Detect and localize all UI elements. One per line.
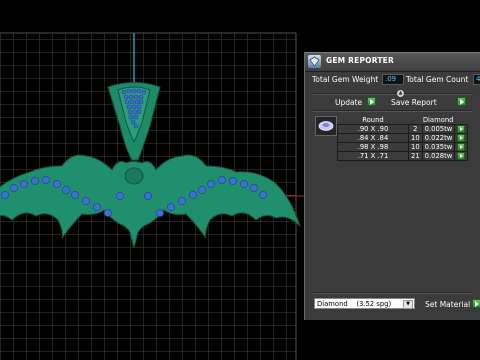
update-label: Update bbox=[335, 98, 363, 107]
row-select-button[interactable] bbox=[457, 143, 466, 151]
total-gem-count-label: Total Gem Count bbox=[406, 75, 469, 84]
panel-title: GEM REPORTER bbox=[326, 56, 394, 65]
gem-reporter-icon bbox=[308, 55, 321, 68]
column-header-round: Round bbox=[362, 115, 384, 124]
gem-count: 10 bbox=[408, 133, 423, 143]
gem-size: .84 X .84 bbox=[337, 133, 409, 143]
panel-titlebar[interactable]: GEM REPORTER bbox=[305, 53, 480, 72]
viewport-canvas[interactable] bbox=[0, 0, 304, 360]
table-row: .98 X .98 10 0.035tw bbox=[337, 142, 469, 152]
gem-size: .90 X .90 bbox=[337, 124, 409, 134]
gem-weight: 0.035tw bbox=[421, 142, 456, 152]
total-gem-weight-field[interactable]: .09 bbox=[382, 74, 404, 85]
row-select-button[interactable] bbox=[457, 125, 466, 133]
table-row: .84 X .84 10 0.022tw bbox=[337, 133, 469, 143]
gem-count: 10 bbox=[408, 142, 423, 152]
round-gem-icon bbox=[318, 121, 334, 131]
gem-shape-thumbnail bbox=[315, 116, 337, 136]
divider bbox=[313, 292, 473, 294]
table-row: .71 X .71 21 0.028tw bbox=[337, 151, 469, 161]
divider bbox=[313, 110, 473, 112]
save-report-label: Save Report bbox=[391, 98, 437, 107]
update-button[interactable] bbox=[367, 97, 376, 106]
table-row: .90 X .90 2 0.005tw bbox=[337, 124, 469, 134]
gem-weight: 0.022tw bbox=[421, 133, 456, 143]
chevron-down-icon[interactable]: ▼ bbox=[403, 300, 413, 309]
gem-reporter-panel: GEM REPORTER Total Gem Weight .09 Total … bbox=[304, 52, 480, 320]
save-report-button[interactable] bbox=[457, 97, 466, 106]
set-material-label: Set Material bbox=[425, 300, 471, 309]
material-select-value: Diamond (3.52 spg) bbox=[317, 300, 392, 308]
divider bbox=[313, 93, 473, 95]
gem-size: .98 X .98 bbox=[337, 142, 409, 152]
total-gem-weight-label: Total Gem Weight bbox=[312, 75, 379, 84]
total-gem-count-field[interactable]: 4 bbox=[473, 74, 480, 85]
collapse-arrow-icon[interactable]: ▲ bbox=[397, 90, 404, 97]
row-select-button[interactable] bbox=[457, 134, 466, 142]
gem-count: 21 bbox=[408, 151, 423, 161]
set-material-button[interactable] bbox=[472, 299, 480, 308]
row-select-button[interactable] bbox=[457, 152, 466, 160]
gem-weight: 0.028tw bbox=[421, 151, 456, 161]
gem-count: 2 bbox=[408, 124, 423, 134]
3d-viewport[interactable] bbox=[0, 0, 304, 360]
column-header-diamond: Diamond bbox=[422, 115, 454, 124]
material-select[interactable]: Diamond (3.52 spg) ▼ bbox=[314, 298, 415, 309]
gem-size: .71 X .71 bbox=[337, 151, 409, 161]
gem-table: Round Diamond .90 X .90 2 0.005tw .84 X … bbox=[337, 115, 469, 161]
gem-weight: 0.005tw bbox=[421, 124, 456, 134]
